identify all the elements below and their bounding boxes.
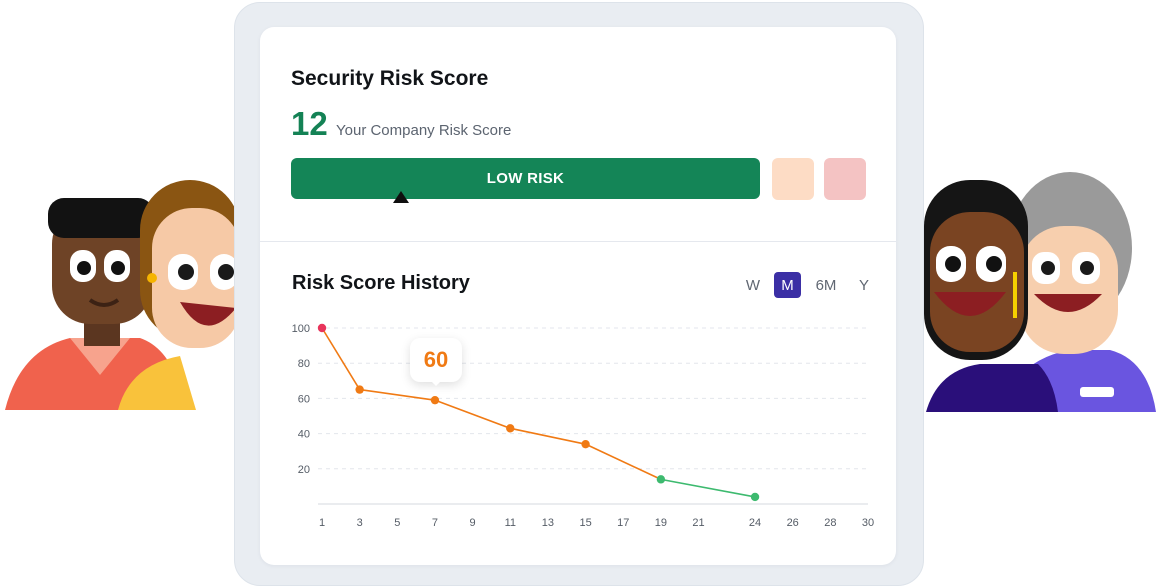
low-risk-bar: LOW RISK	[291, 158, 760, 199]
series-segment	[510, 427, 586, 445]
data-point	[506, 424, 515, 433]
y-tick-label: 40	[298, 429, 310, 441]
x-tick-label: 15	[579, 517, 591, 529]
data-point	[750, 492, 760, 502]
y-tick-label: 80	[298, 358, 310, 370]
range-tab-month[interactable]: M	[774, 272, 801, 298]
y-tick-label: 100	[292, 323, 310, 335]
x-tick-label: 21	[692, 517, 704, 529]
series-segment	[660, 478, 756, 498]
y-tick-label: 60	[298, 393, 310, 405]
x-tick-label: 24	[749, 517, 761, 529]
risk-score-caption: Your Company Risk Score	[336, 122, 512, 139]
y-tick-label: 20	[298, 464, 310, 476]
x-tick-label: 28	[824, 517, 836, 529]
data-point	[317, 323, 327, 333]
x-tick-label: 26	[787, 517, 799, 529]
card-title: Security Risk Score	[291, 67, 489, 90]
series-segment	[585, 443, 662, 481]
x-tick-label: 9	[470, 517, 476, 529]
x-tick-label: 13	[542, 517, 554, 529]
x-tick-label: 11	[505, 517, 516, 529]
bubble-tail	[430, 380, 442, 386]
x-tick-label: 1	[319, 517, 325, 529]
section-divider	[260, 241, 896, 242]
risk-history-chart: 204060801001 3 5 7 9 11 13 15 17 19 21 24 26 28 30	[292, 323, 874, 529]
range-tab-week[interactable]: W	[742, 272, 764, 298]
x-tick-label: 5	[394, 517, 400, 529]
series-segment	[359, 388, 436, 401]
x-tick-label: 7	[432, 517, 438, 529]
person-left-illustration	[5, 180, 240, 410]
high-risk-swatch	[824, 158, 866, 200]
series-segment	[321, 327, 361, 391]
range-tab-year[interactable]: Y	[854, 272, 874, 298]
x-tick-label: 19	[655, 517, 667, 529]
risk-level-label: LOW RISK	[486, 170, 565, 187]
data-point	[430, 395, 440, 405]
risk-marker-icon	[393, 191, 409, 203]
data-point	[355, 385, 364, 394]
person-right-illustration	[924, 172, 1156, 412]
medium-risk-swatch	[772, 158, 814, 200]
highlight-value-bubble: 60	[410, 338, 462, 382]
x-tick-label: 30	[862, 517, 874, 529]
data-point	[656, 475, 666, 484]
history-title: Risk Score History	[292, 272, 470, 294]
x-tick-label: 17	[617, 517, 629, 529]
risk-score-value: 12	[291, 105, 328, 142]
range-tab-6-months[interactable]: 6M	[811, 272, 841, 298]
data-point	[581, 439, 590, 449]
x-tick-label: 3	[357, 517, 363, 529]
series-segment	[434, 399, 511, 430]
